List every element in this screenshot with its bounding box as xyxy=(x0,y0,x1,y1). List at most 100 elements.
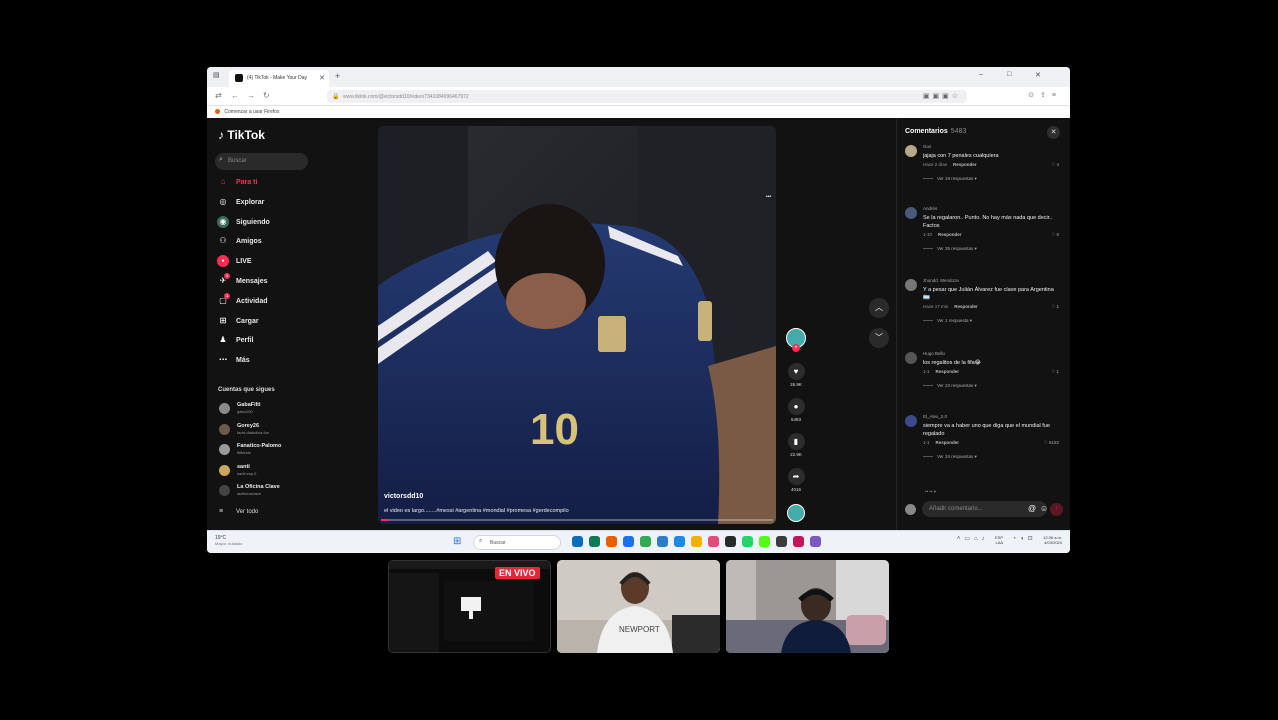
video-username[interactable]: victorsdd10 xyxy=(384,493,423,500)
comment-like-button[interactable]: ♡ 0 xyxy=(1051,232,1059,238)
new-tab-button[interactable]: + xyxy=(335,71,340,81)
sidebar-toggle-icon[interactable]: ⇄ xyxy=(215,91,222,100)
clock[interactable]: 12:36 a.m. 4/03/2024 xyxy=(1043,535,1062,545)
comment-button[interactable]: ● 5483 xyxy=(782,398,810,422)
tab-list-icon[interactable]: ▤ xyxy=(213,71,220,79)
like-button[interactable]: ♥ 26.9K xyxy=(782,363,810,387)
comment-username[interactable]: Hugo Bello xyxy=(923,351,945,356)
obs-icon[interactable] xyxy=(776,536,787,547)
avatar[interactable] xyxy=(905,415,917,427)
app-icon[interactable] xyxy=(623,536,634,547)
emoji-icon[interactable]: ☺ xyxy=(1040,504,1048,513)
bookmark-item[interactable]: Comenzar a usar Firefox xyxy=(224,109,279,115)
avatar[interactable] xyxy=(905,207,917,219)
folder-icon[interactable] xyxy=(691,536,702,547)
taskview-icon[interactable] xyxy=(572,536,583,547)
tiktok-logo[interactable]: ♪ TikTok xyxy=(218,128,265,142)
sidebar-item-amigos[interactable]: ⚇ Amigos xyxy=(217,235,337,249)
tray-icons[interactable]: ˄▭⌂♪ xyxy=(957,535,989,542)
sidebar-item-live[interactable]: ● LIVE xyxy=(217,255,337,269)
sidebar-item-perfil[interactable]: ♟ Perfil xyxy=(217,334,337,348)
defender-icon[interactable] xyxy=(657,536,668,547)
mention-icon[interactable]: @ xyxy=(1028,504,1036,513)
url-actions-icons[interactable]: ▣▣▣☆ xyxy=(923,92,961,100)
view-replies-button[interactable]: Ver 1 respuesta ▾ xyxy=(923,318,972,324)
view-replies-button[interactable]: Ver 19 respuestas ▾ xyxy=(923,176,977,182)
reply-button[interactable]: Responder xyxy=(936,440,960,445)
previous-video-button[interactable]: ︿ xyxy=(869,298,889,318)
close-tab-icon[interactable]: ✕ xyxy=(319,74,325,82)
chrome-icon[interactable] xyxy=(640,536,651,547)
next-video-button[interactable]: ﹀ xyxy=(869,328,889,348)
kick-icon[interactable] xyxy=(759,536,770,547)
browser-tab[interactable]: (4) TikTok - Make Your Day ✕ xyxy=(229,70,329,87)
followed-account[interactable]: La Oficina Clave laoficinaclave xyxy=(219,484,349,502)
view-replies-button[interactable]: Ver 34 respuestas ▾ xyxy=(923,454,977,460)
weather-widget[interactable]: 19°C Mayor. nublado xyxy=(215,535,242,546)
comment-like-button[interactable]: ♡ 4 xyxy=(1051,162,1059,168)
comment-input[interactable]: Añadir comentario... @ ☺ xyxy=(922,501,1048,517)
avatar[interactable] xyxy=(905,352,917,364)
search-input[interactable]: ⌕ Buscar xyxy=(215,153,308,170)
view-replies-button[interactable]: Ver 23 respuestas ▾ xyxy=(923,383,977,389)
music-disc-button[interactable] xyxy=(782,504,810,522)
reply-button[interactable]: Responder xyxy=(953,162,977,167)
comment-username[interactable]: Andrés xyxy=(923,206,937,211)
toolbar-icons[interactable]: ⊙⇪≡ xyxy=(1028,91,1062,99)
comment-like-button[interactable]: ♡ 1 xyxy=(1051,304,1059,310)
whatsapp-icon[interactable] xyxy=(742,536,753,547)
video-more-icon[interactable]: ••• xyxy=(766,194,771,200)
avatar[interactable] xyxy=(905,279,917,291)
app-icon[interactable] xyxy=(708,536,719,547)
followed-account[interactable]: Gorey26 facts.diabolica.fun xyxy=(219,423,349,441)
edge-icon[interactable] xyxy=(589,536,600,547)
sidebar-item-m-s[interactable]: ⋯ Más xyxy=(217,354,337,368)
network-volume-icons[interactable]: ◔◑⊡ xyxy=(1012,535,1036,542)
view-replies-button[interactable]: Ver 35 respuestas ▾ xyxy=(923,246,977,252)
windows-start-icon[interactable]: ⊞ xyxy=(453,536,465,548)
reload-icon[interactable]: ↻ xyxy=(263,91,270,100)
store-icon[interactable] xyxy=(674,536,685,547)
comment-username[interactable]: Gus xyxy=(923,144,931,149)
firefox-icon[interactable] xyxy=(606,536,617,547)
close-comments-button[interactable]: ✕ xyxy=(1047,126,1060,139)
creator-avatar-button[interactable]: + xyxy=(782,328,810,352)
save-button[interactable]: ▮ 22.9K xyxy=(782,433,810,457)
back-icon[interactable]: ← xyxy=(231,91,239,100)
close-window-button[interactable]: ✕ xyxy=(1035,71,1041,79)
sidebar-item-siguiendo[interactable]: ◉ Siguiendo xyxy=(217,215,337,230)
reply-button[interactable]: Responder xyxy=(936,369,960,374)
maximize-button[interactable]: □ xyxy=(1007,71,1011,78)
forward-icon[interactable]: → xyxy=(247,91,255,100)
comment-username[interactable]: Jhondd. Mendoza xyxy=(923,278,959,283)
share-button[interactable]: ➦ 4016 xyxy=(782,468,810,492)
app-icon[interactable] xyxy=(810,536,821,547)
minimize-button[interactable]: – xyxy=(979,71,983,78)
terminal-icon[interactable] xyxy=(725,536,736,547)
sidebar-item-explorar[interactable]: ◎ Explorar xyxy=(217,196,337,210)
avatar[interactable] xyxy=(905,145,917,157)
reply-button[interactable]: Responder xyxy=(938,232,962,237)
app-icon[interactable] xyxy=(793,536,804,547)
followed-account[interactable]: Fanatico-Palomo fitifunds xyxy=(219,443,349,461)
follow-plus-icon[interactable]: + xyxy=(792,344,800,352)
reply-button[interactable]: Responder xyxy=(954,304,978,309)
taskbar-search[interactable]: ⌕ Buscar xyxy=(473,535,561,550)
comment-text: Se la regalaron.. Punto. No hay más nada… xyxy=(923,215,1053,229)
url-bar[interactable]: 🔒 www.tiktok.com/@victorsdd10/video/7341… xyxy=(327,90,967,103)
video-progress-bar[interactable] xyxy=(381,519,773,521)
comment-like-button[interactable]: ♡ 1 xyxy=(1051,369,1059,375)
video-player[interactable]: 10 ••• victorsdd10 el video es largo....… xyxy=(378,126,776,524)
language-indicator[interactable]: ESP LAA xyxy=(995,535,1003,545)
comment-username[interactable]: El_Alex_2.0 xyxy=(923,414,947,419)
send-comment-button[interactable]: ↑ xyxy=(1050,503,1063,516)
see-all-button[interactable]: ≡ Ver todo xyxy=(219,508,258,515)
sidebar-item-cargar[interactable]: ⊞ Cargar xyxy=(217,315,337,329)
comment-like-button[interactable]: ♡ 5182 xyxy=(1044,440,1059,446)
sidebar-item-para-ti[interactable]: ⌂ Para ti xyxy=(217,176,337,190)
followed-account[interactable]: GabaFilti gabu100 xyxy=(219,402,349,420)
sidebar-item-actividad[interactable]: ▢ 1 Actividad xyxy=(217,292,337,309)
followed-account[interactable]: santi santi.esp.0 xyxy=(219,464,349,482)
sidebar-item-mensajes[interactable]: ✈ 1 Mensajes xyxy=(217,273,337,289)
system-tray[interactable]: ˄▭⌂♪ ESP LAA ◔◑⊡ 12:36 a.m. 4/03/2024 xyxy=(957,535,1062,545)
